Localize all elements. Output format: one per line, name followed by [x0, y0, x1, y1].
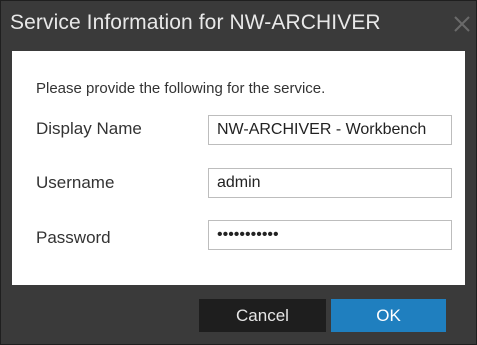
display-name-field[interactable] — [208, 115, 452, 145]
dialog-title: Service Information for NW-ARCHIVER — [10, 11, 381, 34]
username-label: Username — [36, 173, 115, 192]
close-icon[interactable] — [452, 13, 472, 35]
password-label: Password — [36, 228, 111, 247]
dialog-titlebar: Service Information for NW-ARCHIVER — [1, 1, 476, 51]
dialog-footer: Cancel OK — [1, 286, 476, 344]
intro-text: Please provide the following for the ser… — [36, 80, 326, 97]
cancel-button[interactable]: Cancel — [199, 299, 326, 332]
service-information-dialog: Service Information for NW-ARCHIVER Plea… — [0, 0, 477, 345]
display-name-label: Display Name — [36, 119, 142, 138]
title-overflow-fade — [406, 7, 451, 43]
password-field[interactable] — [208, 220, 452, 250]
username-field[interactable] — [208, 168, 452, 198]
ok-button[interactable]: OK — [331, 299, 446, 332]
dialog-body: Please provide the following for the ser… — [12, 51, 465, 285]
